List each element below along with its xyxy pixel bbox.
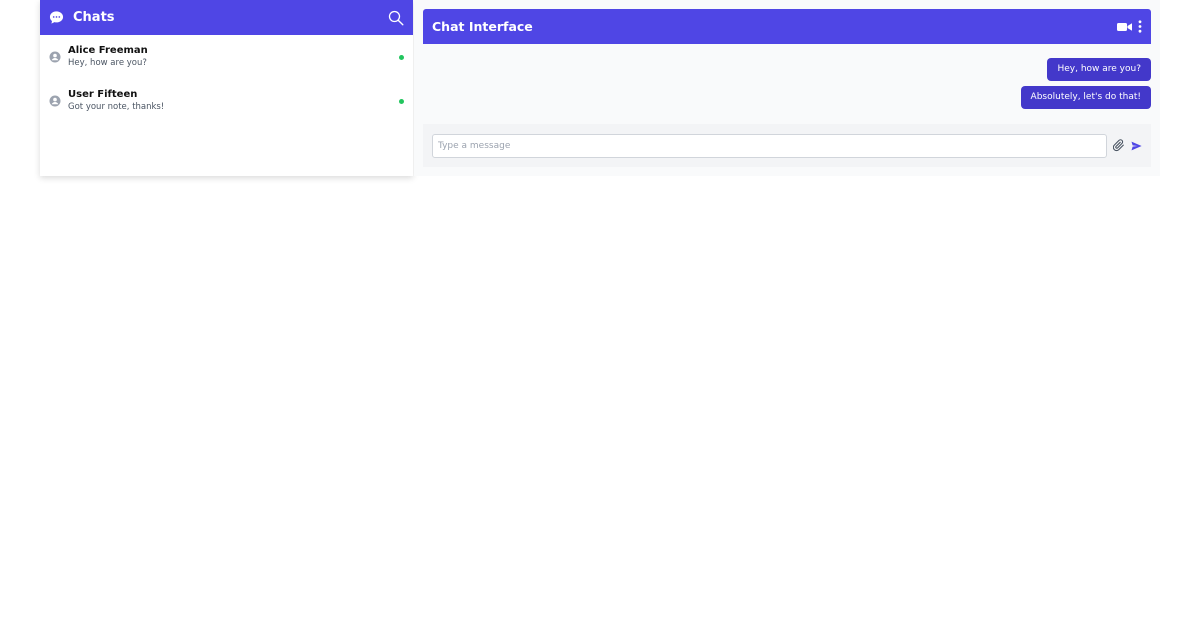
contact-preview: Got your note, thanks!	[68, 102, 165, 112]
contact-name: Alice Freeman	[68, 45, 148, 56]
send-button[interactable]	[1131, 141, 1142, 151]
chat-panel: Chat Interface Hey, how are you? Absolut…	[414, 0, 1160, 176]
contact-name: User Fifteen	[68, 89, 138, 100]
message-bubble-outgoing: Hey, how are you?	[1047, 58, 1151, 81]
chat-title: Chat Interface	[432, 19, 533, 34]
message-input[interactable]	[432, 133, 1107, 158]
chat-list-header: Chats	[40, 0, 413, 35]
video-camera-icon	[1117, 22, 1132, 31]
avatar-icon	[49, 51, 61, 63]
more-options-button[interactable]	[1138, 20, 1142, 33]
message-composer	[423, 124, 1151, 167]
chat-list-panel: Chats Alice Freeman Hey, how are you? Us…	[40, 0, 413, 176]
message-list: Hey, how are you? Absolutely, let's do t…	[423, 58, 1151, 114]
attach-button[interactable]	[1113, 139, 1125, 152]
message-bubble-outgoing: Absolutely, let's do that!	[1020, 86, 1151, 109]
avatar-icon	[49, 95, 61, 107]
contact-item-alice-freeman[interactable]: Alice Freeman Hey, how are you?	[40, 35, 413, 79]
search-icon	[388, 10, 404, 26]
message-row: Hey, how are you?	[423, 58, 1151, 81]
contact-preview: Hey, how are you?	[68, 58, 147, 68]
contact-text: User Fifteen Got your note, thanks!	[68, 88, 399, 114]
send-icon	[1131, 141, 1142, 150]
message-row: Absolutely, let's do that!	[423, 86, 1151, 109]
online-status-dot	[399, 54, 404, 60]
search-button[interactable]	[387, 9, 405, 27]
video-call-button[interactable]	[1117, 22, 1132, 32]
contact-text: Alice Freeman Hey, how are you?	[68, 44, 399, 70]
more-vertical-icon	[1138, 20, 1142, 33]
online-status-dot	[399, 98, 404, 104]
chat-header: Chat Interface	[423, 9, 1151, 44]
contact-item-user-fifteen[interactable]: User Fifteen Got your note, thanks!	[40, 79, 413, 123]
chat-bubble-icon	[49, 10, 64, 25]
chat-list-title: Chats	[73, 10, 115, 25]
paperclip-icon	[1113, 139, 1124, 152]
